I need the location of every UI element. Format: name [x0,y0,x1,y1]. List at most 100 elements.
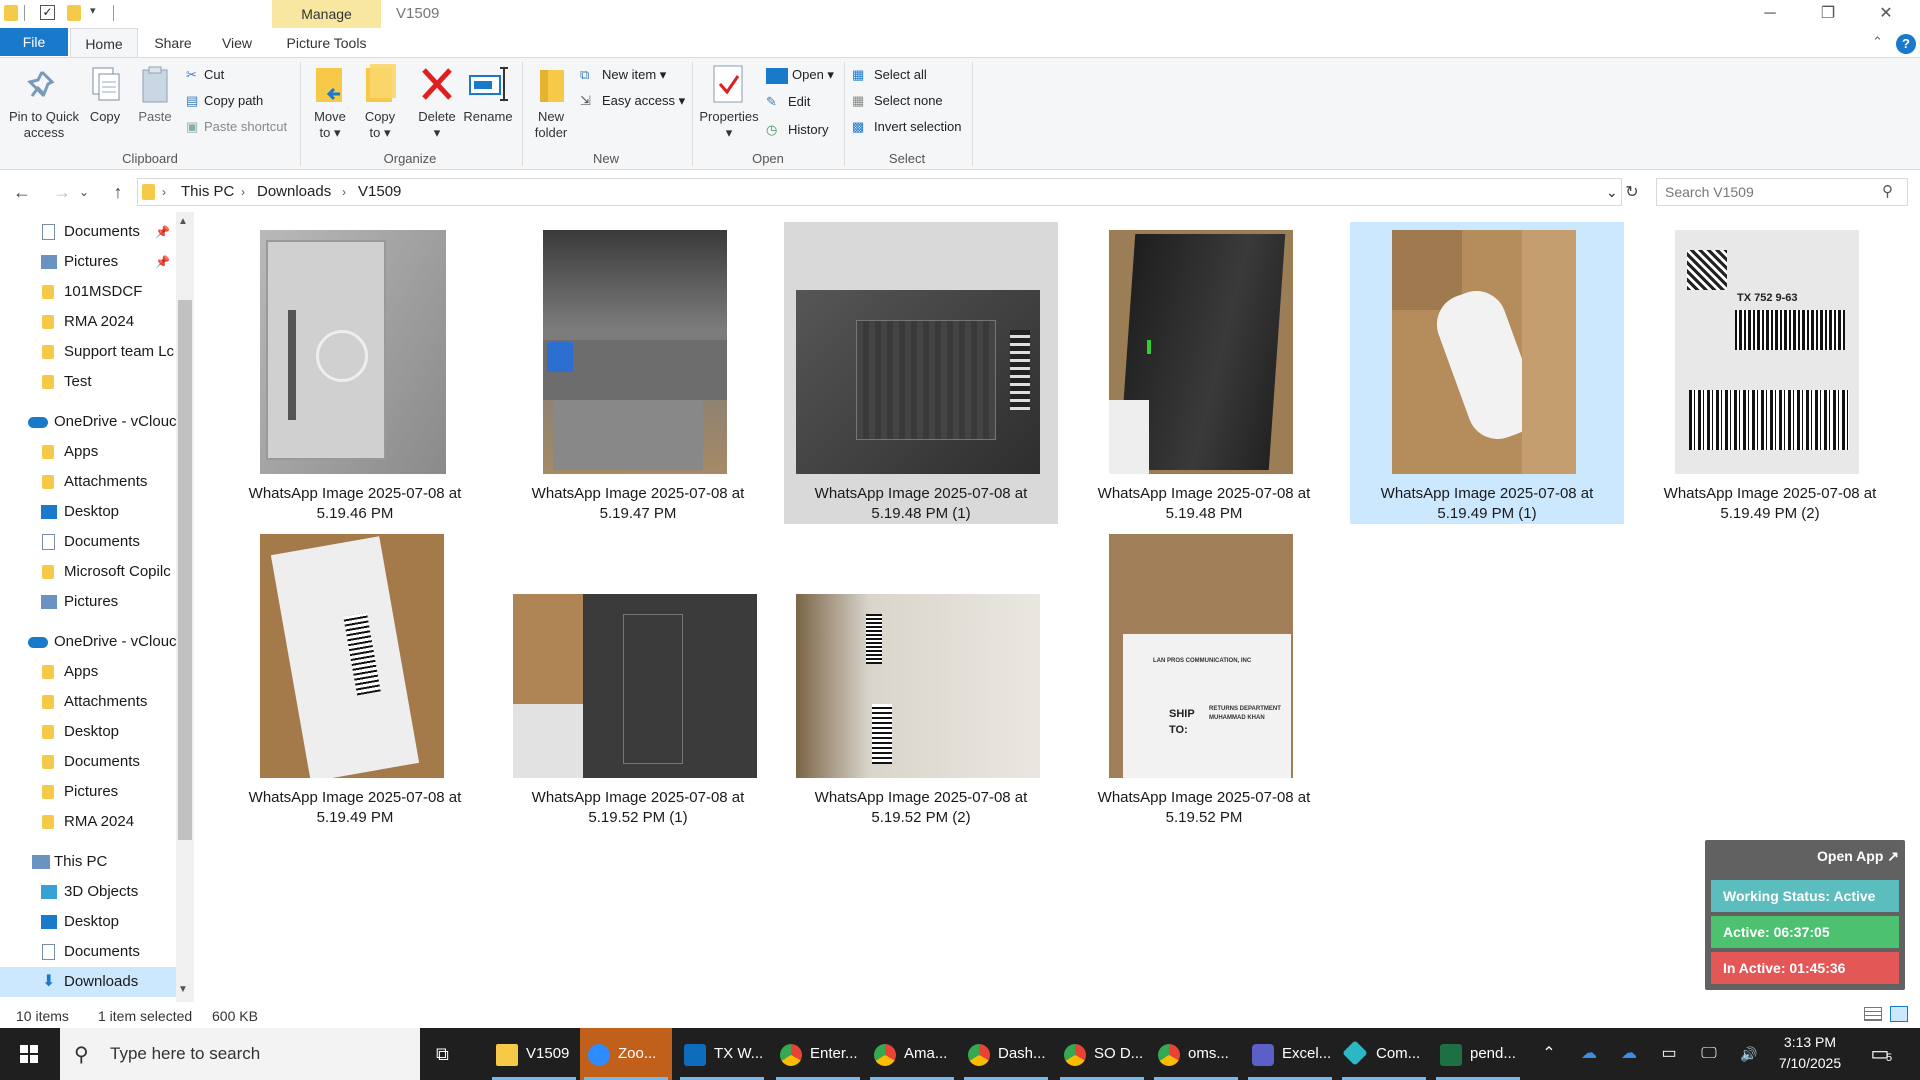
nav-item-onedrive[interactable]: OneDrive - vClouc [0,627,176,657]
minimize-button[interactable]: ─ [1741,0,1799,28]
pin-to-quick-access-button[interactable]: Pin to Quick access [4,66,84,146]
address-dropdown-icon[interactable]: ⌄ [1606,178,1618,206]
nav-item-documents[interactable]: Documents [0,527,176,557]
properties-dropdown-icon[interactable]: ▾ [696,125,762,141]
nav-item-desktop[interactable]: Desktop [0,717,176,747]
breadcrumb-v1509[interactable]: V1509 [358,178,401,206]
cut-button[interactable]: ✂ Cut [186,67,224,83]
help-button[interactable]: ? [1896,34,1916,54]
file-item[interactable]: WhatsApp Image 2025-07-08 at 5.19.48 PM [1067,222,1341,524]
taskbar-app-chrome[interactable]: Dash... [960,1028,1052,1080]
file-item[interactable]: LAN PROS COMMUNICATION, INC SHIP TO: RET… [1067,526,1341,828]
taskbar-app-com[interactable]: Com... [1338,1028,1430,1080]
file-item[interactable]: TX 752 9-63 WhatsApp Image 2025-07-08 at… [1633,222,1907,524]
paste-button[interactable]: Paste [134,66,176,146]
battery-icon[interactable]: ▭ [1655,1028,1683,1080]
nav-item-pictures[interactable]: Pictures 📌 [0,247,176,277]
copy-button[interactable]: Copy [86,66,124,146]
copy-path-button[interactable]: ▤ Copy path [186,93,263,109]
taskbar-app-outlook[interactable]: TX W... [676,1028,768,1080]
tab-picture-tools[interactable]: Picture Tools [272,28,381,58]
scroll-down-icon[interactable]: ▼ [178,984,188,995]
taskbar-app-chrome[interactable]: SO D... [1056,1028,1148,1080]
tab-home[interactable]: Home [70,28,138,58]
nav-item-microsoft-copilot[interactable]: Microsoft Copilc [0,557,176,587]
taskbar-app-chrome[interactable]: oms... [1150,1028,1242,1080]
nav-item-pictures[interactable]: Pictures [0,587,176,617]
open-button[interactable]: Open ▾ [766,67,834,84]
taskbar-app-chrome[interactable]: Enter... [772,1028,864,1080]
scrollbar-thumb[interactable] [178,300,192,840]
breadcrumb-downloads[interactable]: Downloads [257,178,331,206]
open-app-button[interactable]: Open App ↗ [1705,848,1899,865]
forward-button[interactable]: → [50,178,74,206]
manage-contextual-tab[interactable]: Manage [272,0,381,28]
nav-item-pictures[interactable]: Pictures [0,777,176,807]
up-button[interactable]: ↑ [106,178,130,206]
nav-item-3d-objects[interactable]: 3D Objects [0,877,176,907]
nav-item-this-pc[interactable]: This PC [0,847,176,877]
taskbar-app-chrome[interactable]: Ama... [866,1028,958,1080]
scroll-up-icon[interactable]: ▲ [178,216,188,227]
tab-share[interactable]: Share [142,28,204,58]
file-item[interactable]: WhatsApp Image 2025-07-08 at 5.19.48 PM … [784,222,1058,524]
taskbar-clock[interactable]: 3:13 PM 7/10/2025 [1765,1032,1855,1074]
copy-to-button[interactable]: Copy to ▾ [356,64,404,146]
tab-file[interactable]: File [0,28,68,56]
history-button[interactable]: ◷ History [766,122,828,138]
paste-shortcut-button[interactable]: ▣ Paste shortcut [186,119,287,135]
edit-button[interactable]: ✎ Edit [766,94,810,110]
nav-item-101msdcf[interactable]: 101MSDCF [0,277,176,307]
properties-quick-icon[interactable]: ✓ [40,5,55,20]
large-icons-view-icon[interactable] [1890,1006,1908,1022]
file-item[interactable]: WhatsApp Image 2025-07-08 at 5.19.52 PM … [784,526,1058,828]
file-item[interactable]: WhatsApp Image 2025-07-08 at 5.19.49 PM [218,526,492,828]
nav-item-test[interactable]: Test [0,367,176,397]
nav-item-support-team[interactable]: Support team Lc [0,337,176,367]
breadcrumb-separator[interactable]: › [162,178,166,206]
new-folder-button[interactable]: New folder [528,64,574,146]
file-item[interactable]: WhatsApp Image 2025-07-08 at 5.19.47 PM [501,222,775,524]
taskbar-search-input[interactable]: Type here to search [60,1028,420,1080]
nav-item-downloads[interactable]: ⬇ Downloads [0,967,176,997]
nav-item-desktop[interactable]: Desktop [0,497,176,527]
search-input[interactable]: Search V1509 [1656,178,1908,206]
file-item[interactable]: WhatsApp Image 2025-07-08 at 5.19.46 PM [218,222,492,524]
nav-item-rma-2024[interactable]: RMA 2024 [0,307,176,337]
nav-item-attachments[interactable]: Attachments [0,687,176,717]
volume-icon[interactable]: 🔊 [1735,1028,1763,1080]
show-hidden-icons-icon[interactable]: ⌃ [1535,1028,1563,1080]
new-folder-quick-icon[interactable] [67,5,81,21]
nav-item-desktop[interactable]: Desktop [0,907,176,937]
nav-item-attachments[interactable]: Attachments [0,467,176,497]
network-icon[interactable]: 🖵 [1695,1028,1723,1080]
maximize-button[interactable]: ❐ [1799,0,1857,28]
back-button[interactable]: ← [10,178,34,206]
taskbar-app-file-explorer[interactable]: V1509 [488,1028,580,1080]
nav-item-documents[interactable]: Documents [0,937,176,967]
breadcrumb-separator[interactable]: › [342,178,346,206]
easy-access-button[interactable]: ⇲ Easy access ▾ [580,93,685,109]
taskbar-app-zoom[interactable]: Zoo... [580,1028,672,1080]
delete-button[interactable]: Delete ▾ [414,64,460,146]
task-view-icon[interactable]: ⧉ [436,1028,449,1080]
nav-item-rma-2024[interactable]: RMA 2024 [0,807,176,837]
onedrive-icon[interactable]: ☁ [1575,1028,1603,1080]
properties-button[interactable]: Properties ▾ [696,64,762,146]
nav-item-documents[interactable]: Documents [0,747,176,777]
move-to-button[interactable]: Move to ▾ [306,64,354,146]
new-item-button[interactable]: ⧉ New item ▾ [580,67,666,83]
onedrive-icon[interactable]: ☁ [1615,1028,1643,1080]
taskbar-app-excel[interactable]: pend... [1432,1028,1524,1080]
delete-dropdown-icon[interactable]: ▾ [414,125,460,141]
nav-item-onedrive[interactable]: OneDrive - vClouc [0,407,176,437]
close-button[interactable]: ✕ [1857,0,1915,28]
breadcrumb-this-pc[interactable]: This PC [181,178,234,206]
nav-item-apps[interactable]: Apps [0,437,176,467]
select-all-button[interactable]: ▦ Select all [852,67,927,83]
recent-locations-button[interactable]: ⌄ [72,178,96,206]
start-button[interactable] [0,1028,58,1080]
tab-view[interactable]: View [208,28,266,58]
nav-item-apps[interactable]: Apps [0,657,176,687]
customize-quick-access-icon[interactable]: ▾ [90,4,96,17]
